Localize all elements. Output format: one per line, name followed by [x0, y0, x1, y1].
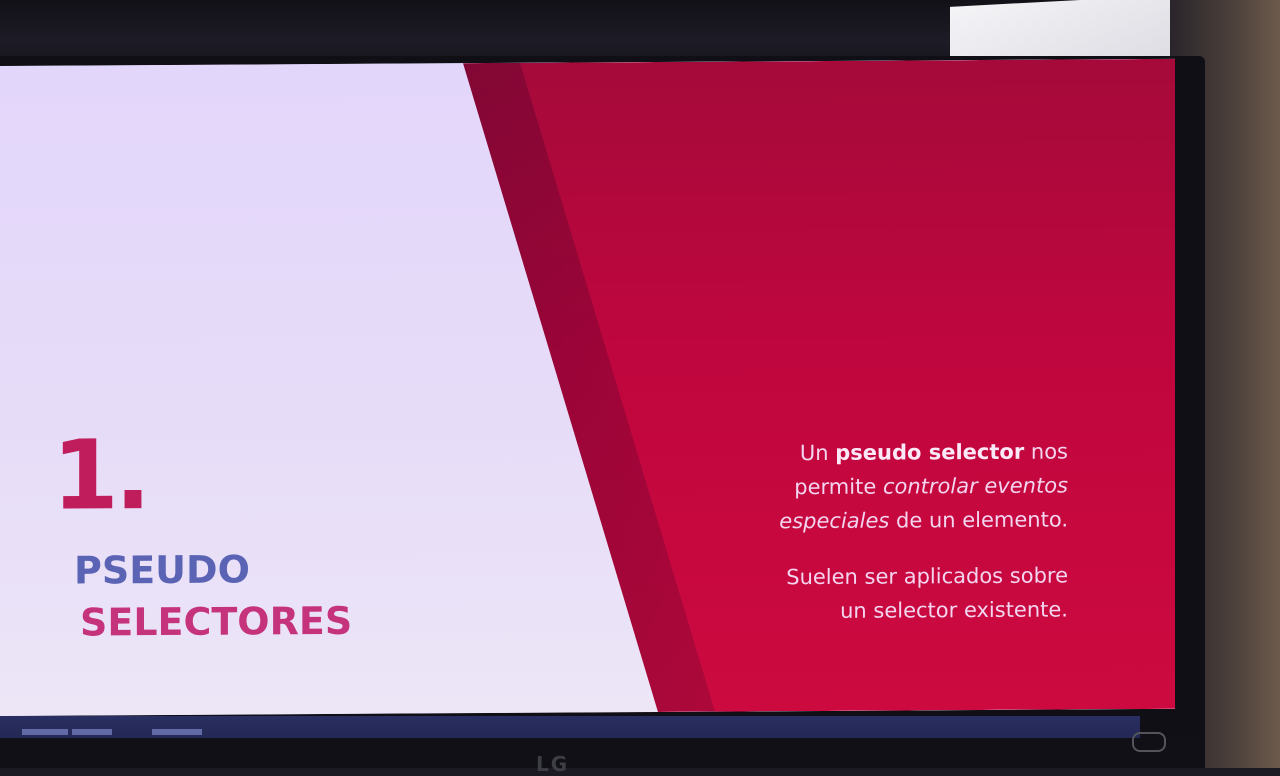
text-suelen: Suelen ser aplicados sobre	[786, 563, 1068, 590]
text-un: Un	[799, 440, 829, 466]
text-permite: permite	[794, 474, 877, 500]
presentation-slide: 1. PSEUDO SELECTORES Un pseudo selector …	[0, 58, 1175, 716]
slide-title-line2: SELECTORES	[80, 598, 353, 645]
text-selector-existente: un selector existente.	[840, 597, 1068, 623]
taskbar-item[interactable]	[22, 729, 68, 735]
monitor-brand-logo: LG	[536, 752, 570, 776]
slide-paragraph-1: Un pseudo selector nos permite controlar…	[680, 434, 1068, 538]
monitor-power-button[interactable]	[1132, 732, 1166, 752]
slide-body-text: Un pseudo selector nos permite controlar…	[680, 434, 1068, 628]
monitor-bezel	[0, 738, 1205, 768]
text-controlar-eventos: controlar eventos	[882, 473, 1068, 499]
slide-paragraph-2: Suelen ser aplicados sobre un selector e…	[680, 558, 1068, 628]
text-especiales: especiales	[779, 508, 890, 534]
slide-number: 1.	[52, 419, 148, 532]
slide-title-line1: PSEUDO	[74, 547, 250, 593]
taskbar-item[interactable]	[72, 729, 112, 735]
text-nos: nos	[1030, 439, 1068, 464]
text-pseudo-selector: pseudo selector	[835, 439, 1025, 465]
text-de-un-elemento: de un elemento.	[896, 507, 1068, 533]
taskbar-item[interactable]	[152, 729, 202, 735]
